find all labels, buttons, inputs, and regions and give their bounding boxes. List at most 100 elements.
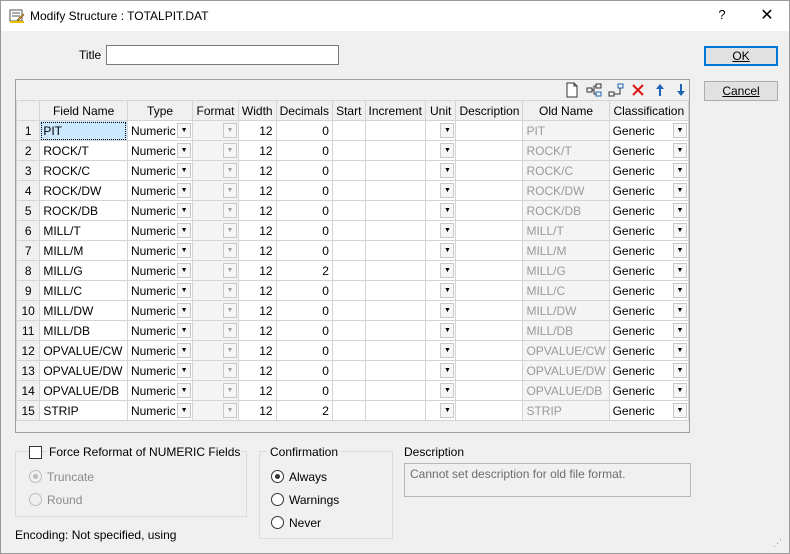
field-name-cell[interactable]: ROCK/DB <box>39 200 128 221</box>
unit-dropdown-button[interactable]: ▼ <box>440 303 455 318</box>
unit-dropdown-button[interactable]: ▼ <box>440 323 455 338</box>
unit-dropdown-button[interactable]: ▼ <box>440 243 455 258</box>
format-cell[interactable]: ▼ <box>192 340 239 361</box>
description-cell[interactable] <box>455 320 524 341</box>
unit-cell[interactable]: ▼ <box>424 380 457 401</box>
unit-dropdown-button[interactable]: ▼ <box>440 363 455 378</box>
description-cell[interactable] <box>455 140 524 161</box>
always-radio[interactable] <box>271 470 284 483</box>
format-cell[interactable]: ▼ <box>192 380 239 401</box>
column-header-width[interactable]: Width <box>237 100 277 121</box>
increment-cell[interactable] <box>364 120 426 141</box>
increment-cell[interactable] <box>364 340 426 361</box>
increment-cell[interactable] <box>364 280 426 301</box>
format-dropdown-button[interactable]: ▼ <box>222 123 237 138</box>
start-cell[interactable] <box>331 320 366 341</box>
unit-cell[interactable]: ▼ <box>424 180 457 201</box>
row-number[interactable]: 15 <box>15 400 41 421</box>
field-name-cell[interactable]: OPVALUE/CW <box>39 340 128 361</box>
start-cell[interactable] <box>331 380 366 401</box>
column-header-decimals[interactable]: Decimals <box>275 100 333 121</box>
format-dropdown-button[interactable]: ▼ <box>222 143 237 158</box>
format-cell[interactable]: ▼ <box>192 200 239 221</box>
classification-dropdown-button[interactable]: ▼ <box>673 243 687 258</box>
type-dropdown-button[interactable]: ▼ <box>177 403 192 418</box>
format-cell[interactable]: ▼ <box>192 360 239 381</box>
decimals-cell[interactable]: 0 <box>275 300 333 321</box>
row-number[interactable]: 10 <box>15 300 41 321</box>
unit-cell[interactable]: ▼ <box>424 300 457 321</box>
column-header-description[interactable]: Description <box>455 100 524 121</box>
classification-dropdown-button[interactable]: ▼ <box>673 143 687 158</box>
new-icon[interactable] <box>564 82 580 98</box>
field-name-cell[interactable]: ROCK/C <box>39 160 128 181</box>
type-dropdown-button[interactable]: ▼ <box>177 143 192 158</box>
warnings-radio[interactable] <box>271 493 284 506</box>
format-cell[interactable]: ▼ <box>192 300 239 321</box>
start-cell[interactable] <box>331 220 366 241</box>
width-cell[interactable]: 12 <box>237 240 277 261</box>
cancel-button[interactable]: Cancel <box>704 81 778 101</box>
field-name-cell[interactable]: OPVALUE/DW <box>39 360 128 381</box>
unit-cell[interactable]: ▼ <box>424 360 457 381</box>
unit-dropdown-button[interactable]: ▼ <box>440 403 455 418</box>
row-number[interactable]: 7 <box>15 240 41 261</box>
force-reformat-checkbox[interactable] <box>29 446 42 459</box>
type-cell[interactable]: Numeric ▼ <box>126 400 194 421</box>
start-cell[interactable] <box>331 360 366 381</box>
increment-cell[interactable] <box>364 160 426 181</box>
type-cell[interactable]: Numeric ▼ <box>126 180 194 201</box>
decimals-cell[interactable]: 2 <box>275 260 333 281</box>
unit-dropdown-button[interactable]: ▼ <box>440 163 455 178</box>
start-cell[interactable] <box>331 200 366 221</box>
increment-cell[interactable] <box>364 140 426 161</box>
decimals-cell[interactable]: 0 <box>275 320 333 341</box>
classification-dropdown-button[interactable]: ▼ <box>673 283 687 298</box>
width-cell[interactable]: 12 <box>237 220 277 241</box>
increment-cell[interactable] <box>364 400 426 421</box>
classification-cell[interactable]: Generic ▼ <box>608 340 690 361</box>
type-dropdown-button[interactable]: ▼ <box>177 203 192 218</box>
increment-cell[interactable] <box>364 180 426 201</box>
row-number[interactable]: 3 <box>15 160 41 181</box>
format-cell[interactable]: ▼ <box>192 240 239 261</box>
field-name-cell[interactable]: MILL/C <box>39 280 128 301</box>
unit-cell[interactable]: ▼ <box>424 340 457 361</box>
format-dropdown-button[interactable]: ▼ <box>222 403 237 418</box>
width-cell[interactable]: 12 <box>237 260 277 281</box>
field-name-cell[interactable]: MILL/DW <box>39 300 128 321</box>
type-dropdown-button[interactable]: ▼ <box>177 163 192 178</box>
type-cell[interactable]: Numeric ▼ <box>126 220 194 241</box>
type-cell[interactable]: Numeric ▼ <box>126 200 194 221</box>
format-dropdown-button[interactable]: ▼ <box>222 163 237 178</box>
unit-dropdown-button[interactable]: ▼ <box>440 343 455 358</box>
width-cell[interactable]: 12 <box>237 320 277 341</box>
column-header-classification[interactable]: Classification <box>608 100 690 121</box>
type-dropdown-button[interactable]: ▼ <box>177 243 192 258</box>
type-cell[interactable]: Numeric ▼ <box>126 120 194 141</box>
row-number[interactable]: 9 <box>15 280 41 301</box>
column-header-old-name[interactable]: Old Name <box>522 100 610 121</box>
format-cell[interactable]: ▼ <box>192 140 239 161</box>
unit-cell[interactable]: ▼ <box>424 220 457 241</box>
description-cell[interactable] <box>455 180 524 201</box>
decimals-cell[interactable]: 0 <box>275 160 333 181</box>
start-cell[interactable] <box>331 160 366 181</box>
title-input[interactable] <box>106 45 339 65</box>
format-dropdown-button[interactable]: ▼ <box>222 263 237 278</box>
insert-field-icon[interactable] <box>586 82 602 98</box>
width-cell[interactable]: 12 <box>237 380 277 401</box>
field-name-cell[interactable]: OPVALUE/DB <box>39 380 128 401</box>
column-header-increment[interactable]: Increment <box>364 100 426 121</box>
description-cell[interactable] <box>455 240 524 261</box>
row-number[interactable]: 11 <box>15 320 41 341</box>
classification-dropdown-button[interactable]: ▼ <box>673 223 687 238</box>
ok-button[interactable]: OK <box>704 46 778 66</box>
start-cell[interactable] <box>331 140 366 161</box>
row-number[interactable]: 1 <box>15 120 41 141</box>
unit-cell[interactable]: ▼ <box>424 160 457 181</box>
unit-dropdown-button[interactable]: ▼ <box>440 223 455 238</box>
format-dropdown-button[interactable]: ▼ <box>222 363 237 378</box>
field-name-cell[interactable]: MILL/T <box>39 220 128 241</box>
format-cell[interactable]: ▼ <box>192 280 239 301</box>
